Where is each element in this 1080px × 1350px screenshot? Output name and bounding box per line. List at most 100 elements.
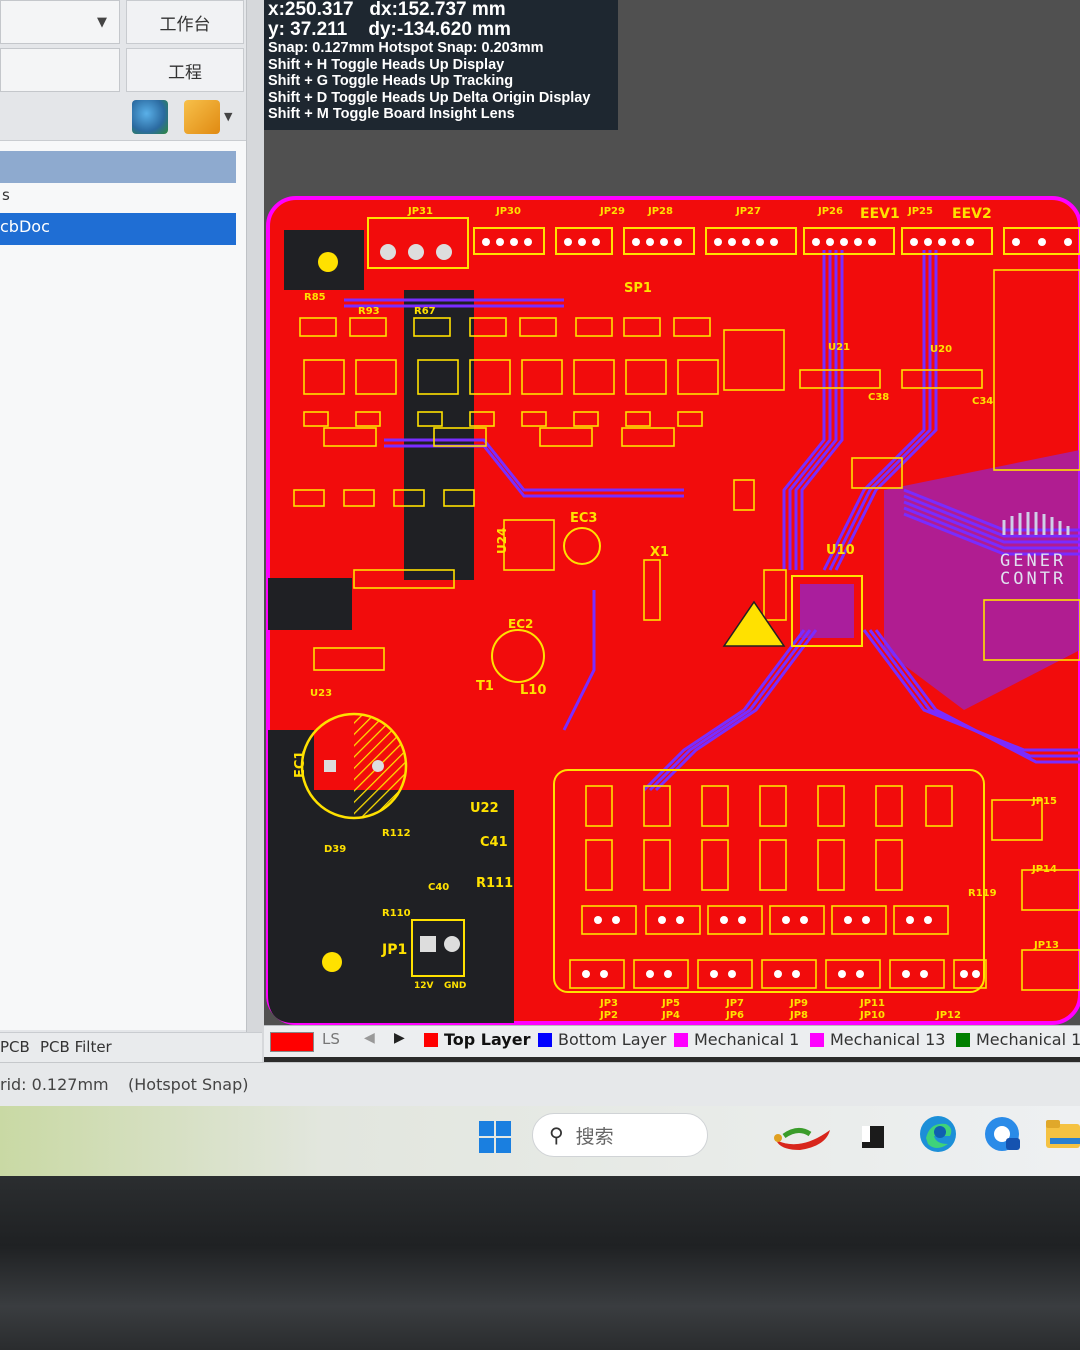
layer-tab-label: Mechanical 1 [694,1030,800,1049]
monitor-bezel [0,1176,1080,1350]
hud-dx: dx:152.737 mm [369,0,506,20]
label-c40: C40 [428,882,449,893]
label-u10: U10 [826,543,855,558]
label-eev2: EEV2 [952,206,992,222]
folder-icon[interactable] [1044,1116,1080,1152]
workbench-button[interactable]: 工作台 [126,0,244,44]
logo-text-line1: GENER [1000,551,1066,571]
layer-tab-bar: LS ◀ ▶ Top Layer Bottom Layer Mechanical… [264,1025,1080,1057]
mounting-hole [322,952,342,972]
taskbar-search[interactable]: ⚲ 搜索 [532,1113,708,1157]
label-r110: R110 [382,908,411,919]
chevron-down-icon[interactable]: ▼ [224,110,232,123]
label-jp11: JP11 [859,998,885,1009]
open-folder-icon[interactable] [184,100,220,134]
hud-coord-row-1: x:250.317 dx:152.737 mm [268,0,618,20]
layer-tab-mechanical-13[interactable]: Mechanical 13 [810,1030,945,1049]
tab-pcb-filter[interactable]: PCB Filter [40,1038,112,1056]
label-t1: T1 [476,679,494,694]
current-layer-swatch[interactable] [270,1032,314,1052]
label-jp28: JP28 [647,206,673,217]
label-d39: D39 [324,844,346,855]
label-jp4: JP4 [661,1010,680,1021]
project-field[interactable] [0,48,120,92]
status-grid: rid: 0.127mm [0,1075,109,1094]
layer-color-swatch [538,1032,552,1047]
tab-pcb[interactable]: PCB [0,1038,30,1056]
panel-tabs: PCB PCB Filter [0,1032,262,1062]
label-jp15: JP15 [1031,796,1057,807]
label-u21: U21 [828,342,850,353]
edge-icon[interactable] [918,1114,958,1154]
label-jp27: JP27 [735,206,761,217]
label-u22: U22 [470,801,499,816]
project-button[interactable]: 工程 [126,48,244,92]
label-jp13: JP13 [1033,940,1059,951]
label-jp8: JP8 [789,1010,808,1021]
label-r111: R111 [476,876,513,891]
layer-tab-mechanical[interactable]: Mechanical 1 [956,1030,1080,1049]
project-dropdown[interactable]: ▼ [0,0,120,44]
chevron-down-icon[interactable]: ▼ [97,15,107,30]
label-jp1-pin2: GND [444,981,466,991]
label-jp26: JP26 [817,206,843,217]
heads-up-display: x:250.317 dx:152.737 mm y: 37.211 dy:-13… [264,0,618,130]
layer-tab-top-layer[interactable]: Top Layer [424,1030,530,1049]
label-x1: X1 [650,545,669,560]
label-jp3: JP3 [599,998,618,1009]
board-cutout [268,578,352,630]
label-c41: C41 [480,835,508,850]
label-ec3: EC3 [570,511,597,526]
label-r67: R67 [414,306,436,317]
search-placeholder: 搜索 [575,1125,614,1148]
panel-toolbar: ▼ [0,96,246,140]
layer-tab-label: Mechanical 13 [830,1030,946,1049]
hud-shortcut: Shift + H Toggle Heads Up Display [268,56,505,73]
layer-color-swatch [424,1032,438,1047]
scroll-left-icon[interactable]: ◀ [364,1030,375,1046]
edge-ai-icon[interactable] [982,1114,1022,1154]
label-u23: U23 [310,688,332,699]
windows-taskbar: ⚲ 搜索 [0,1106,1080,1176]
layer-color-swatch [674,1032,688,1047]
label-u24: U24 [495,528,509,554]
layer-color-swatch [956,1032,970,1047]
hud-coord-row-2: y: 37.211 dy:-134.620 mm [268,20,618,40]
hud-shortcut: Shift + M Toggle Board Insight Lens [268,106,515,122]
layer-tab-bottom-layer[interactable]: Bottom Layer [538,1030,666,1049]
layer-tab-mechanical-1[interactable]: Mechanical 1 [674,1030,799,1049]
label-ec2: EC2 [508,617,533,631]
label-jp6: JP6 [725,1010,744,1021]
label-jp10: JP10 [859,1010,885,1021]
label-r119: R119 [968,888,997,899]
layer-color-swatch [810,1032,824,1047]
label-jp31: JP31 [407,206,433,217]
label-jp29: JP29 [599,206,625,217]
pcb-board-view[interactable]: JP31 JP30 JP29 JP28 JP27 JP26 EEV1 JP25 … [264,190,1080,1025]
windows-start-icon[interactable] [478,1120,512,1154]
label-r85: R85 [304,292,326,303]
hud-y: y: 37.211 [268,19,348,40]
chili-icon[interactable] [770,1116,836,1156]
panel-splitter[interactable] [246,0,264,1065]
label-c34: C34 [972,396,993,407]
qfp-u10-body [800,584,854,638]
layer-set-button[interactable]: LS [322,1030,340,1048]
label-jp12: JP12 [935,1010,961,1021]
label-jp1: JP1 [381,942,407,958]
label-sp1: SP1 [624,281,652,296]
project-item-selected[interactable]: cbDoc [0,213,236,245]
app-icon[interactable] [858,1122,888,1152]
projects-panel: s cbDoc [0,140,246,1030]
label-eev1: EEV1 [860,206,900,222]
label-jp9: JP9 [789,998,808,1009]
hud-shortcut: Shift + G Toggle Heads Up Tracking [268,73,514,89]
label-ec1: EC1 [293,751,308,778]
label-l10: L10 [520,683,546,698]
globe-icon[interactable] [132,100,168,134]
label-jp30: JP30 [495,206,521,217]
hud-x: x:250.317 [268,0,354,20]
label-jp5: JP5 [661,998,680,1009]
scroll-right-icon[interactable]: ▶ [394,1030,405,1046]
project-item[interactable]: s [2,186,10,204]
